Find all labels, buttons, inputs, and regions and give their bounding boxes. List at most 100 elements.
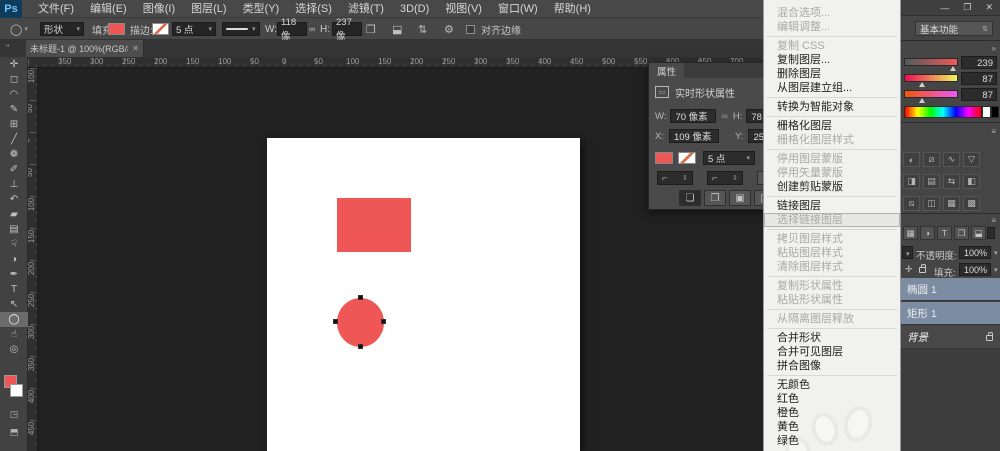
layer-filter-icon[interactable]: ▦ (903, 226, 918, 240)
marquee-tool[interactable]: ◻ (0, 72, 28, 87)
stroke-width-input[interactable]: 5 点▾ (172, 22, 216, 36)
menubar-item[interactable]: 编辑(E) (82, 0, 135, 18)
ellipse-anchor-left[interactable] (333, 319, 338, 324)
adjustment-icon[interactable]: ⧄ (923, 152, 940, 167)
close-button[interactable]: ✕ (985, 2, 993, 13)
context-menu-item[interactable]: 合并可见图层 (764, 345, 900, 359)
blue-slider[interactable] (904, 90, 958, 98)
move-tool[interactable]: ✛ (0, 57, 28, 72)
green-slider-marker[interactable] (919, 82, 925, 87)
adjustment-icon[interactable]: ⧅ (903, 196, 920, 211)
filter-toggle[interactable] (987, 227, 995, 239)
vertical-ruler[interactable]: 10050050100150200250300350400450 (28, 68, 38, 451)
layer-row[interactable]: 背景 (901, 326, 1000, 349)
context-menu-item[interactable]: 复制 CSS (764, 39, 900, 53)
red-value[interactable]: 239 (961, 56, 997, 69)
tab-close-icon[interactable]: ✕ (132, 44, 139, 53)
color-spectrum-ramp[interactable] (904, 106, 982, 118)
context-menu-item[interactable]: 清除图层样式 (764, 260, 900, 274)
eraser-tool[interactable]: ▰ (0, 207, 28, 222)
link-dimensions-icon[interactable]: ∞ (309, 24, 315, 34)
adjustment-icon[interactable]: ▦ (943, 196, 960, 211)
quick-mask-icon[interactable]: ◳ (0, 409, 28, 420)
context-menu-item[interactable]: 从图层建立组... (764, 81, 900, 95)
layer-filter-icon[interactable]: ❒ (954, 226, 969, 240)
collapse-dock-icon[interactable]: » (992, 44, 996, 53)
smudge-tool[interactable]: ☟ (0, 237, 28, 252)
prop-link-icon[interactable]: ∞ (721, 111, 727, 121)
ellipse-tool[interactable]: ◯ (0, 312, 28, 327)
layer-row[interactable]: 椭圆 1 (901, 278, 1000, 301)
ellipse-anchor-right[interactable] (381, 319, 386, 324)
corner-radius-input-2[interactable]: ⌐⇕ (707, 171, 743, 185)
ellipse-anchor-top[interactable] (358, 295, 363, 300)
lasso-tool[interactable]: ◠ (0, 87, 28, 102)
context-menu-item[interactable]: 从隔离图层释放 (764, 312, 900, 326)
blue-slider-marker[interactable] (919, 98, 925, 103)
menubar-item[interactable]: 帮助(H) (546, 0, 599, 18)
context-menu-item[interactable]: 停用矢量蒙版 (764, 166, 900, 180)
context-menu-item[interactable]: 复制形状属性 (764, 279, 900, 293)
ellipse-anchor-bottom[interactable] (358, 344, 363, 349)
menubar-item[interactable]: 类型(Y) (235, 0, 288, 18)
background-color-swatch[interactable] (10, 384, 23, 397)
hand-tool[interactable]: ☝ (0, 327, 28, 342)
context-menu-item[interactable]: 合并形状 (764, 331, 900, 345)
context-menu-item[interactable]: 编辑调整... (764, 20, 900, 34)
prop-stroke-swatch[interactable] (678, 152, 696, 164)
adjustment-icon[interactable]: ◨ (903, 174, 920, 189)
context-menu-item[interactable]: 橙色 (764, 406, 900, 420)
align-edges-checkbox[interactable] (466, 25, 475, 34)
history-brush-tool[interactable]: ↶ (0, 192, 28, 207)
menubar-item[interactable]: 图像(I) (135, 0, 183, 18)
quick-selection-tool[interactable]: ✎ (0, 102, 28, 117)
ellipse-shape[interactable] (337, 298, 384, 347)
brush-tool[interactable]: ✐ (0, 162, 28, 177)
prop-width-input[interactable]: 70 像素 (670, 109, 716, 123)
adjustment-icon[interactable]: ◐ (903, 152, 920, 167)
crop-tool[interactable]: ⊞ (0, 117, 28, 132)
healing-brush-tool[interactable]: ❁ (0, 147, 28, 162)
path-alignment-icon[interactable]: ⬓ (392, 23, 402, 36)
clone-stamp-tool[interactable]: ⊥ (0, 177, 28, 192)
adjustment-icon[interactable]: ◫ (923, 196, 940, 211)
adjustments-panel-menu-icon[interactable]: ≡ (991, 127, 996, 136)
tool-preset-arrow-icon[interactable]: ▾ (24, 25, 28, 33)
pen-tool[interactable]: ✒ (0, 267, 28, 282)
document-tab[interactable]: 未标题-1 @ 100%(RGB/8) * ✕ (26, 40, 144, 57)
path-selection-tool[interactable]: ↖ (0, 297, 28, 312)
lock-position-icon[interactable]: ✛ (905, 264, 913, 275)
blend-mode-select[interactable]: ▾ (902, 246, 913, 259)
opacity-dropdown-icon[interactable]: ▾ (994, 249, 998, 257)
spectrum-black-swatch[interactable] (991, 106, 999, 118)
context-menu-item[interactable]: 复制图层... (764, 53, 900, 67)
context-menu-item[interactable]: 停用图层蒙版 (764, 152, 900, 166)
adjustment-icon[interactable]: ◧ (963, 174, 980, 189)
prop-x-input[interactable]: 109 像素 (669, 129, 719, 143)
menubar-item[interactable]: 视图(V) (437, 0, 490, 18)
context-menu-item[interactable]: 选择链接图层 (764, 213, 900, 227)
properties-tab[interactable]: 属性 (649, 63, 684, 78)
adjustment-icon[interactable]: ▩ (963, 196, 980, 211)
path-operation-button[interactable]: ▣ (729, 190, 751, 206)
adjustment-icon[interactable]: ∿ (943, 152, 960, 167)
adjustment-icon[interactable]: ▤ (923, 174, 940, 189)
stroke-style-select[interactable]: ▾ (222, 22, 260, 36)
layer-filter-icon[interactable]: T (937, 226, 952, 240)
type-tool[interactable]: T (0, 282, 28, 297)
restore-button[interactable]: ❐ (963, 2, 971, 13)
geometry-options-gear-icon[interactable]: ⚙ (444, 23, 454, 36)
context-menu-item[interactable]: 粘贴图层样式 (764, 246, 900, 260)
menubar-item[interactable]: 文件(F) (30, 0, 82, 18)
artboard[interactable] (267, 138, 580, 451)
prop-fill-swatch[interactable] (655, 152, 673, 164)
adjustment-icon[interactable]: ▽ (963, 152, 980, 167)
path-operation-button[interactable]: ❏ (679, 190, 701, 206)
tool-mode-select[interactable]: 形状▾ (40, 22, 84, 36)
gradient-tool[interactable]: ▤ (0, 222, 28, 237)
context-menu-item[interactable]: 创建剪贴蒙版 (764, 180, 900, 194)
opacity-input[interactable]: 100% (959, 246, 991, 259)
context-menu-item[interactable]: 粘贴形状属性 (764, 293, 900, 307)
stroke-color-swatch[interactable] (152, 23, 169, 35)
workspace-switcher[interactable]: 基本功能⇅ (915, 21, 993, 36)
